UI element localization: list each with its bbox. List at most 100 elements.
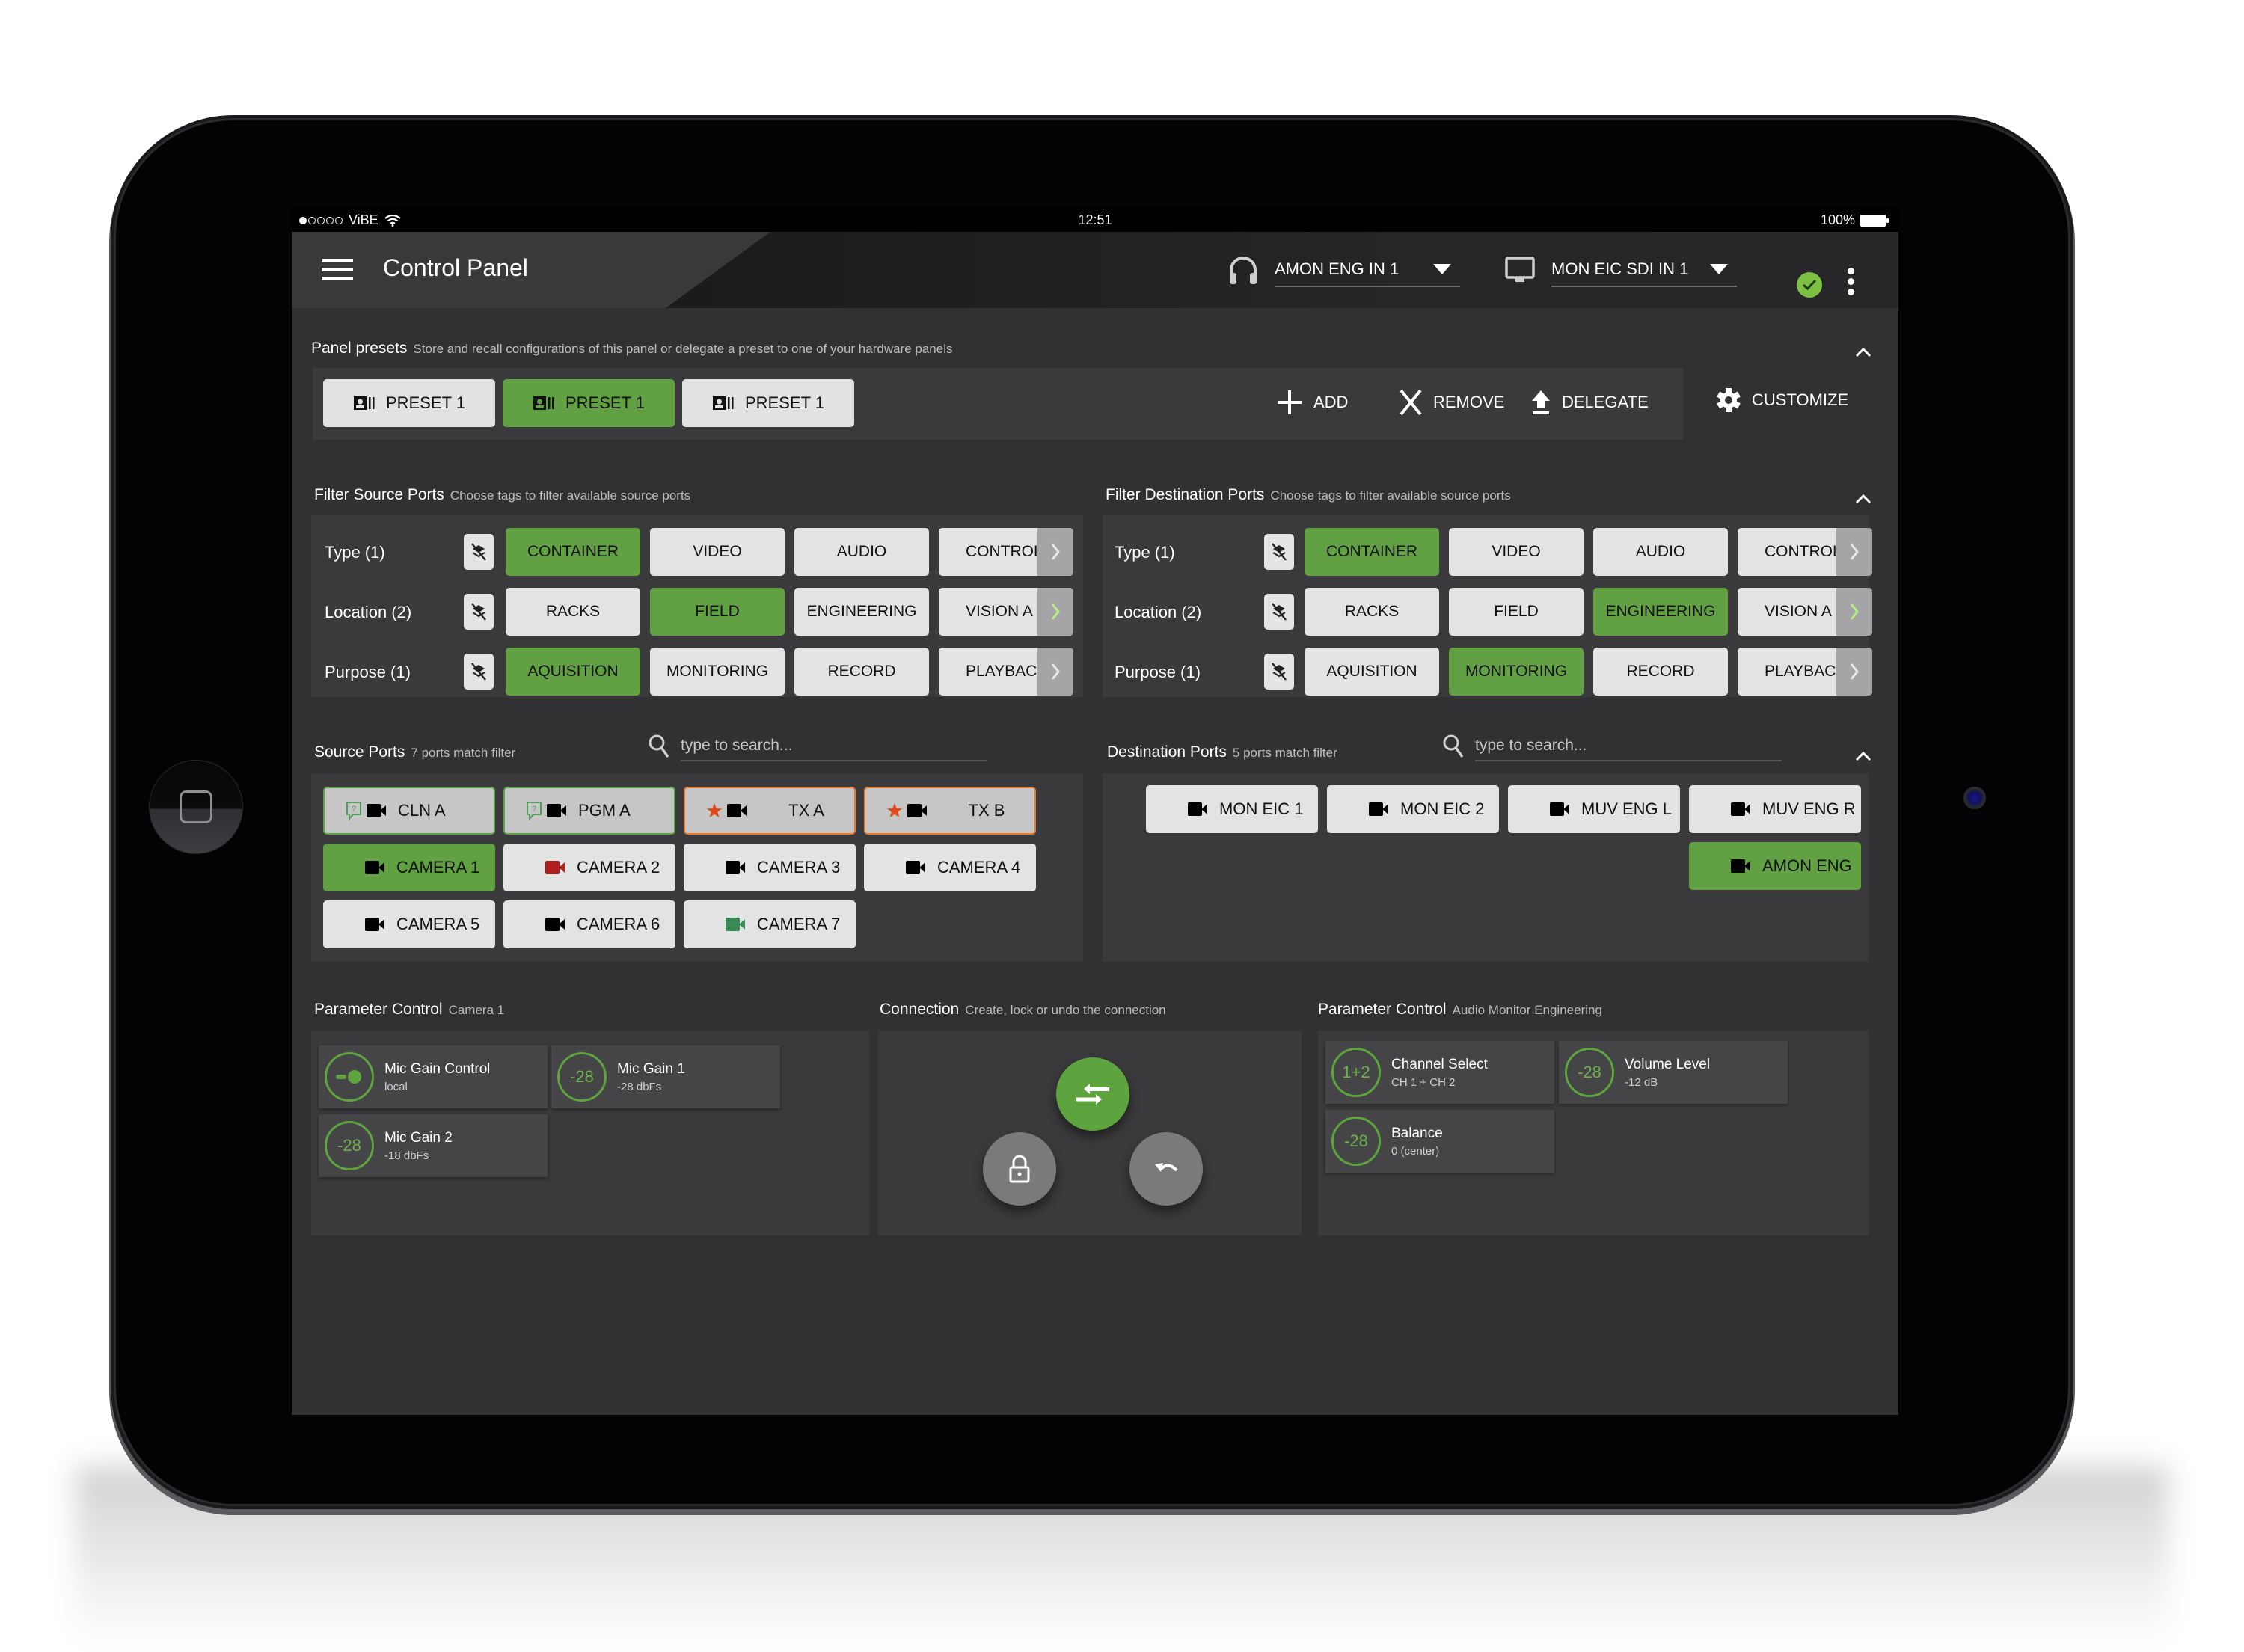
param-source-context: Camera 1 bbox=[448, 1003, 505, 1017]
port-button[interactable]: CAMERA 5 bbox=[323, 900, 495, 948]
parameter-tile[interactable]: 1+2 Channel Select CH 1 + CH 2 bbox=[1325, 1041, 1554, 1104]
filter-tag[interactable]: CONTROL bbox=[1738, 528, 1872, 576]
menu-icon[interactable] bbox=[322, 259, 353, 281]
scroll-tags-right-button[interactable] bbox=[1836, 528, 1872, 576]
port-button-selected[interactable]: CAMERA 1 bbox=[323, 844, 495, 891]
port-button[interactable]: CAMERA 6 bbox=[503, 900, 675, 948]
clear-tags-button[interactable] bbox=[1264, 654, 1294, 690]
chevron-right-icon bbox=[1051, 544, 1060, 560]
filter-tag-label: CONTAINER bbox=[527, 543, 619, 560]
port-button[interactable]: ? PGM A bbox=[503, 787, 675, 835]
parameter-tile[interactable]: Mic Gain Control local bbox=[319, 1045, 548, 1108]
port-button[interactable]: CAMERA 7 bbox=[684, 900, 856, 948]
port-button[interactable]: CAMERA 3 bbox=[684, 844, 856, 891]
port-label: PGM A bbox=[578, 801, 631, 820]
filter-tag-label: PLAYBACK bbox=[1765, 663, 1847, 680]
clear-tags-button[interactable] bbox=[1264, 534, 1294, 570]
collapse-presets-icon[interactable] bbox=[1855, 347, 1871, 357]
filter-tag[interactable]: RECORD bbox=[794, 648, 929, 696]
filter-tag[interactable]: PLAYBACK bbox=[1738, 648, 1872, 696]
clear-tags-button[interactable] bbox=[464, 654, 494, 690]
parameter-knob[interactable]: -28 bbox=[557, 1052, 607, 1102]
connect-button[interactable] bbox=[1056, 1057, 1129, 1131]
undo-button[interactable] bbox=[1129, 1132, 1203, 1206]
port-label: CAMERA 3 bbox=[757, 858, 841, 876]
port-button[interactable]: MUV ENG L bbox=[1508, 785, 1680, 833]
app-screen: ViBE 12:51 100% Control Panel AMON ENG I… bbox=[292, 208, 1898, 1415]
port-button[interactable]: MON EIC 2 bbox=[1327, 785, 1499, 833]
filter-tag-active[interactable]: AQUISITION bbox=[506, 648, 640, 696]
preset-button[interactable]: PRESET 1 bbox=[323, 379, 495, 427]
port-button[interactable]: CAMERA 2 bbox=[503, 844, 675, 891]
filter-tag[interactable]: VISION A bbox=[1738, 588, 1872, 636]
collapse-ports-icon[interactable] bbox=[1855, 751, 1871, 761]
parameter-knob[interactable]: -28 bbox=[1331, 1117, 1381, 1166]
lock-icon bbox=[1009, 1155, 1030, 1183]
filter-tag[interactable]: RECORD bbox=[1593, 648, 1728, 696]
parameter-knob[interactable]: 1+2 bbox=[1331, 1048, 1381, 1097]
filter-tag[interactable]: FIELD bbox=[1449, 588, 1584, 636]
filter-tag[interactable]: VIDEO bbox=[650, 528, 785, 576]
port-button[interactable]: MUV ENG R bbox=[1689, 785, 1861, 833]
video-camera-icon bbox=[547, 804, 566, 817]
port-icons bbox=[323, 861, 389, 874]
parameter-tile[interactable]: -28 Mic Gain 2 -18 dbFs bbox=[319, 1114, 548, 1177]
video-monitor-select[interactable]: MON EIC SDI IN 1 bbox=[1503, 253, 1737, 287]
add-preset-button[interactable]: ADD bbox=[1276, 389, 1348, 416]
filter-tag[interactable]: RACKS bbox=[1305, 588, 1439, 636]
home-button[interactable] bbox=[150, 761, 242, 853]
parameter-knob[interactable]: -28 bbox=[1565, 1048, 1614, 1097]
port-button[interactable]: ? CLN A bbox=[323, 787, 495, 835]
presets-header: Panel presets Store and recall configurat… bbox=[311, 340, 953, 357]
parameter-tile[interactable]: -28 Mic Gain 1 -28 dbFs bbox=[551, 1045, 780, 1108]
filter-tag[interactable]: MONITORING bbox=[650, 648, 785, 696]
filter-tag-active[interactable]: CONTAINER bbox=[506, 528, 640, 576]
clear-tags-button[interactable] bbox=[464, 594, 494, 630]
filter-tag[interactable]: VIDEO bbox=[1449, 528, 1584, 576]
port-button[interactable]: CAMERA 4 bbox=[864, 844, 1036, 891]
destination-search-input[interactable] bbox=[1475, 731, 1782, 761]
preset-card-icon bbox=[354, 396, 375, 410]
param-destination-header: Parameter Control Audio Monitor Engineeri… bbox=[1318, 1001, 1602, 1019]
filter-tag[interactable]: PLAYBACK bbox=[939, 648, 1073, 696]
port-button-selected[interactable]: AMON ENG bbox=[1689, 842, 1861, 890]
source-search-input[interactable] bbox=[681, 731, 987, 761]
customize-button[interactable]: CUSTOMIZE bbox=[1716, 387, 1848, 413]
scroll-tags-right-button[interactable] bbox=[1836, 588, 1872, 636]
filter-tag[interactable]: AUDIO bbox=[1593, 528, 1728, 576]
filter-tag-active[interactable]: MONITORING bbox=[1449, 648, 1584, 696]
more-options-icon[interactable] bbox=[1848, 268, 1857, 298]
filter-tag[interactable]: CONTROL bbox=[939, 528, 1073, 576]
filter-tag[interactable]: VISION A bbox=[939, 588, 1073, 636]
filter-tag[interactable]: AUDIO bbox=[794, 528, 929, 576]
scroll-tags-right-button[interactable] bbox=[1037, 588, 1073, 636]
parameter-tile[interactable]: -28 Balance 0 (center) bbox=[1325, 1110, 1554, 1173]
video-camera-icon bbox=[1188, 802, 1207, 816]
filter-tag-active[interactable]: ENGINEERING bbox=[1593, 588, 1728, 636]
clear-tags-button[interactable] bbox=[464, 534, 494, 570]
filter-tag-active[interactable]: CONTAINER bbox=[1305, 528, 1439, 576]
scroll-tags-right-button[interactable] bbox=[1836, 648, 1872, 696]
scroll-tags-right-button[interactable] bbox=[1037, 528, 1073, 576]
parameter-knob[interactable] bbox=[325, 1052, 374, 1102]
filter-tag-label: MONITORING bbox=[1465, 663, 1568, 680]
delegate-preset-button[interactable]: DELEGATE bbox=[1530, 389, 1649, 416]
lock-button[interactable] bbox=[983, 1132, 1056, 1206]
search-icon bbox=[1443, 734, 1464, 758]
filter-tag-active[interactable]: FIELD bbox=[650, 588, 785, 636]
audio-monitor-select[interactable]: AMON ENG IN 1 bbox=[1227, 253, 1460, 287]
remove-preset-button[interactable]: REMOVE bbox=[1399, 389, 1504, 416]
scroll-tags-right-button[interactable] bbox=[1037, 648, 1073, 696]
port-button[interactable]: TX A bbox=[684, 787, 856, 835]
parameter-knob[interactable]: -28 bbox=[325, 1121, 374, 1170]
filter-tag[interactable]: AQUISITION bbox=[1305, 648, 1439, 696]
filter-tag[interactable]: ENGINEERING bbox=[794, 588, 929, 636]
port-button[interactable]: MON EIC 1 bbox=[1146, 785, 1318, 833]
clear-tags-button[interactable] bbox=[1264, 594, 1294, 630]
port-button[interactable]: TX B bbox=[864, 787, 1036, 835]
preset-button[interactable]: PRESET 1 bbox=[682, 379, 854, 427]
filter-tag[interactable]: RACKS bbox=[506, 588, 640, 636]
parameter-tile[interactable]: -28 Volume Level -12 dB bbox=[1559, 1041, 1788, 1104]
preset-button-active[interactable]: PRESET 1 bbox=[503, 379, 675, 427]
collapse-filters-icon[interactable] bbox=[1855, 494, 1871, 504]
